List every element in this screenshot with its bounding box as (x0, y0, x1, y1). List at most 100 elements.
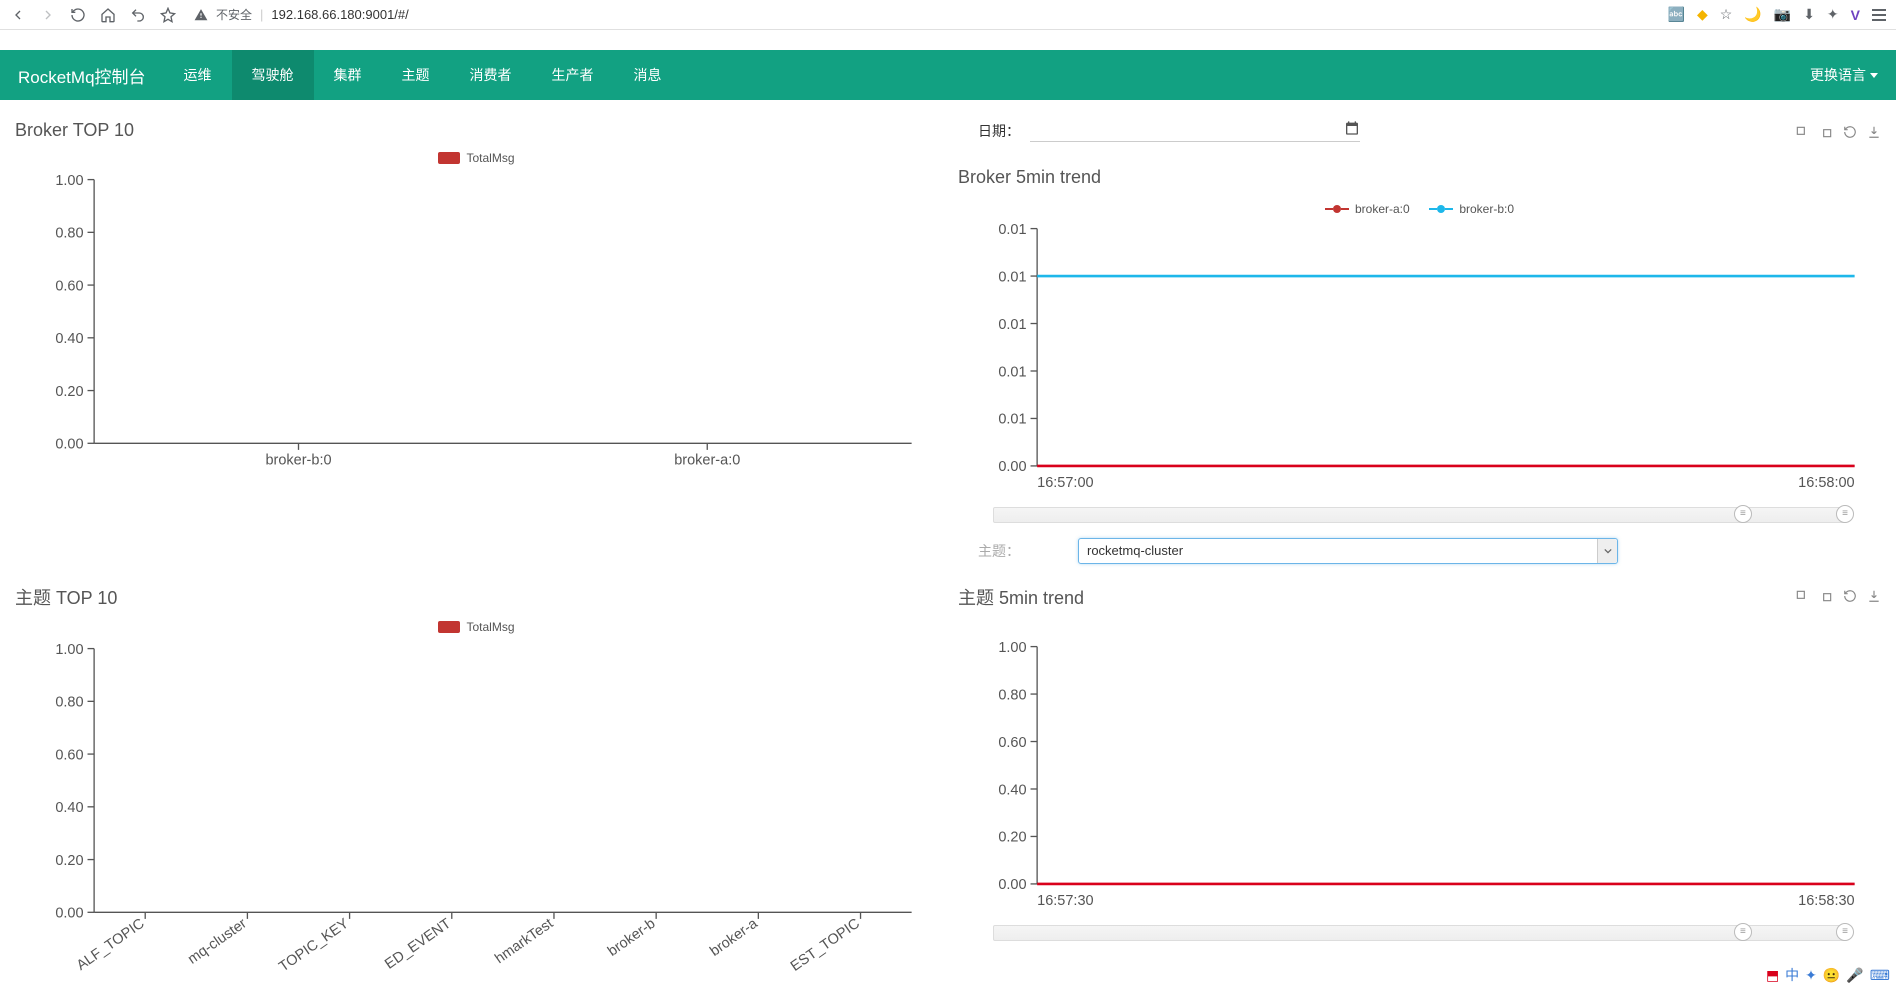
reload-icon[interactable] (70, 7, 86, 23)
svg-text:broker-b:0: broker-b:0 (265, 452, 331, 468)
svg-text:broker-a: broker-a (707, 915, 761, 960)
slider-handle-left[interactable]: ≡ (1734, 505, 1752, 523)
svg-text:0.00: 0.00 (998, 877, 1026, 893)
nav-items: 运维 驾驶舱 集群 主题 消费者 生产者 消息 (164, 50, 682, 100)
topic-select-value: rocketmq-cluster (1087, 543, 1183, 558)
refresh-icon[interactable] (1843, 125, 1857, 139)
insecure-label: 不安全 (216, 6, 252, 23)
timeline-slider[interactable]: ≡ ≡ (993, 925, 1846, 941)
language-label: 更换语言 (1810, 65, 1866, 85)
chart-broker-top10: 0.000.200.400.600.801.00broker-b:0broker… (15, 173, 938, 476)
svg-text:0.80: 0.80 (998, 687, 1026, 703)
panel-broker-trend: 日期： Broker 5min trend broker-a:0 broker-… (958, 120, 1881, 564)
legend-item-totalmsg[interactable]: TotalMsg (438, 151, 514, 165)
topic-label: 主题： (978, 541, 1068, 561)
svg-text:0.40: 0.40 (55, 800, 83, 816)
nav-item-ops[interactable]: 运维 (164, 50, 232, 100)
language-switcher[interactable]: 更换语言 (1792, 65, 1896, 85)
star-icon[interactable] (160, 7, 176, 23)
date-picker-row: 日期： (958, 120, 1881, 142)
main-nav: RocketMq控制台 运维 驾驶舱 集群 主题 消费者 生产者 消息 更换语言 (0, 50, 1896, 100)
zoom-reset-icon[interactable] (1819, 589, 1833, 603)
legend-item-broker-a[interactable]: broker-a:0 (1325, 202, 1410, 216)
calendar-icon[interactable] (1344, 120, 1360, 136)
topic-selector-row: 主题： rocketmq-cluster (958, 538, 1881, 564)
download-icon[interactable]: ⬇ (1803, 6, 1815, 23)
chart-title: Broker TOP 10 (15, 120, 938, 141)
chart-title: 主题 TOP 10 (15, 584, 938, 610)
svg-text:0.40: 0.40 (998, 782, 1026, 798)
legend-item-broker-b[interactable]: broker-b:0 (1429, 202, 1514, 216)
home-icon[interactable] (100, 7, 116, 23)
nav-item-message[interactable]: 消息 (614, 50, 682, 100)
address-url: 192.168.66.180:9001/#/ (271, 7, 408, 22)
svg-text:broker-b: broker-b (605, 916, 658, 960)
legend-swatch (438, 621, 460, 633)
extension-icons: 🔤 ◆ ☆ 🌙 📷 ⬇ ✦ V (1668, 6, 1886, 23)
ext-icon-1[interactable]: ◆ (1697, 6, 1708, 23)
translate-icon[interactable]: 🔤 (1668, 6, 1685, 23)
tray-icon[interactable]: ⬒ (1766, 967, 1779, 984)
tray-icon[interactable]: 😐 (1823, 967, 1840, 984)
download-icon[interactable] (1867, 125, 1881, 139)
puzzle-icon[interactable]: ✦ (1827, 6, 1839, 23)
svg-text:0.01: 0.01 (998, 364, 1026, 380)
svg-text:mq-cluster: mq-cluster (185, 915, 250, 967)
panel-topic-top10: 主题 TOP 10 TotalMsg 0.000.200.400.600.801… (15, 584, 938, 985)
bookmark-star-icon[interactable]: ☆ (1720, 6, 1733, 23)
legend-label: TotalMsg (466, 151, 514, 165)
chart-toolbar (1795, 125, 1881, 139)
svg-text:ALF_TOPIC: ALF_TOPIC (74, 916, 148, 974)
nav-item-topic[interactable]: 主题 (382, 50, 450, 100)
menu-icon[interactable] (1872, 9, 1886, 21)
svg-text:1.00: 1.00 (998, 640, 1026, 656)
undo-icon[interactable] (130, 7, 146, 23)
nav-item-cluster[interactable]: 集群 (314, 50, 382, 100)
svg-text:0.20: 0.20 (55, 853, 83, 869)
svg-text:1.00: 1.00 (55, 642, 83, 658)
nav-item-dashboard[interactable]: 驾驶舱 (232, 50, 314, 100)
moon-icon[interactable]: 🌙 (1744, 6, 1761, 23)
date-input[interactable] (1030, 120, 1360, 142)
svg-text:0.20: 0.20 (55, 384, 83, 400)
zoom-area-icon[interactable] (1795, 125, 1809, 139)
chart-legend: TotalMsg (15, 151, 938, 167)
svg-text:0.60: 0.60 (55, 747, 83, 763)
chart-topic-trend: 0.000.200.400.600.801.0016:57:3016:58:30 (958, 640, 1881, 917)
vue-ext-icon[interactable]: V (1851, 7, 1860, 23)
chart-toolbar (1795, 589, 1881, 603)
app-title: RocketMq控制台 (0, 63, 164, 88)
zoom-area-icon[interactable] (1795, 589, 1809, 603)
svg-text:0.40: 0.40 (55, 331, 83, 347)
camera-icon[interactable]: 📷 (1774, 6, 1791, 23)
tray-icon[interactable]: ⌨ (1870, 967, 1890, 984)
slider-handle-right[interactable]: ≡ (1836, 923, 1854, 941)
svg-text:0.20: 0.20 (998, 830, 1026, 846)
tray-icon[interactable]: ✦ (1805, 967, 1817, 984)
svg-text:EST_TOPIC: EST_TOPIC (788, 916, 863, 975)
back-icon[interactable] (10, 7, 26, 23)
slider-handle-right[interactable]: ≡ (1836, 505, 1854, 523)
zoom-reset-icon[interactable] (1819, 125, 1833, 139)
forward-icon[interactable] (40, 7, 56, 23)
nav-item-producer[interactable]: 生产者 (532, 50, 614, 100)
legend-item-totalmsg[interactable]: TotalMsg (438, 620, 514, 634)
panel-topic-trend: 主题 5min trend 0.000.200.400.600.801.0016… (958, 584, 1881, 985)
timeline-slider[interactable]: ≡ ≡ (993, 507, 1846, 523)
svg-text:0.00: 0.00 (55, 437, 83, 453)
refresh-icon[interactable] (1843, 589, 1857, 603)
download-icon[interactable] (1867, 589, 1881, 603)
svg-text:broker-a:0: broker-a:0 (674, 452, 740, 468)
svg-text:0.00: 0.00 (55, 905, 83, 921)
chart-legend: broker-a:0 broker-b:0 (958, 198, 1881, 216)
svg-text:0.01: 0.01 (998, 317, 1026, 333)
slider-handle-left[interactable]: ≡ (1734, 923, 1752, 941)
address-bar[interactable]: 不安全 | 192.168.66.180:9001/#/ (194, 6, 409, 23)
svg-text:0.60: 0.60 (998, 735, 1026, 751)
svg-text:ED_EVENT: ED_EVENT (382, 915, 454, 972)
topic-select[interactable]: rocketmq-cluster (1078, 538, 1618, 564)
legend-label: broker-a:0 (1355, 202, 1410, 216)
nav-item-consumer[interactable]: 消费者 (450, 50, 532, 100)
tray-icon[interactable]: 中 (1785, 965, 1799, 985)
tray-icon[interactable]: 🎤 (1846, 967, 1863, 984)
